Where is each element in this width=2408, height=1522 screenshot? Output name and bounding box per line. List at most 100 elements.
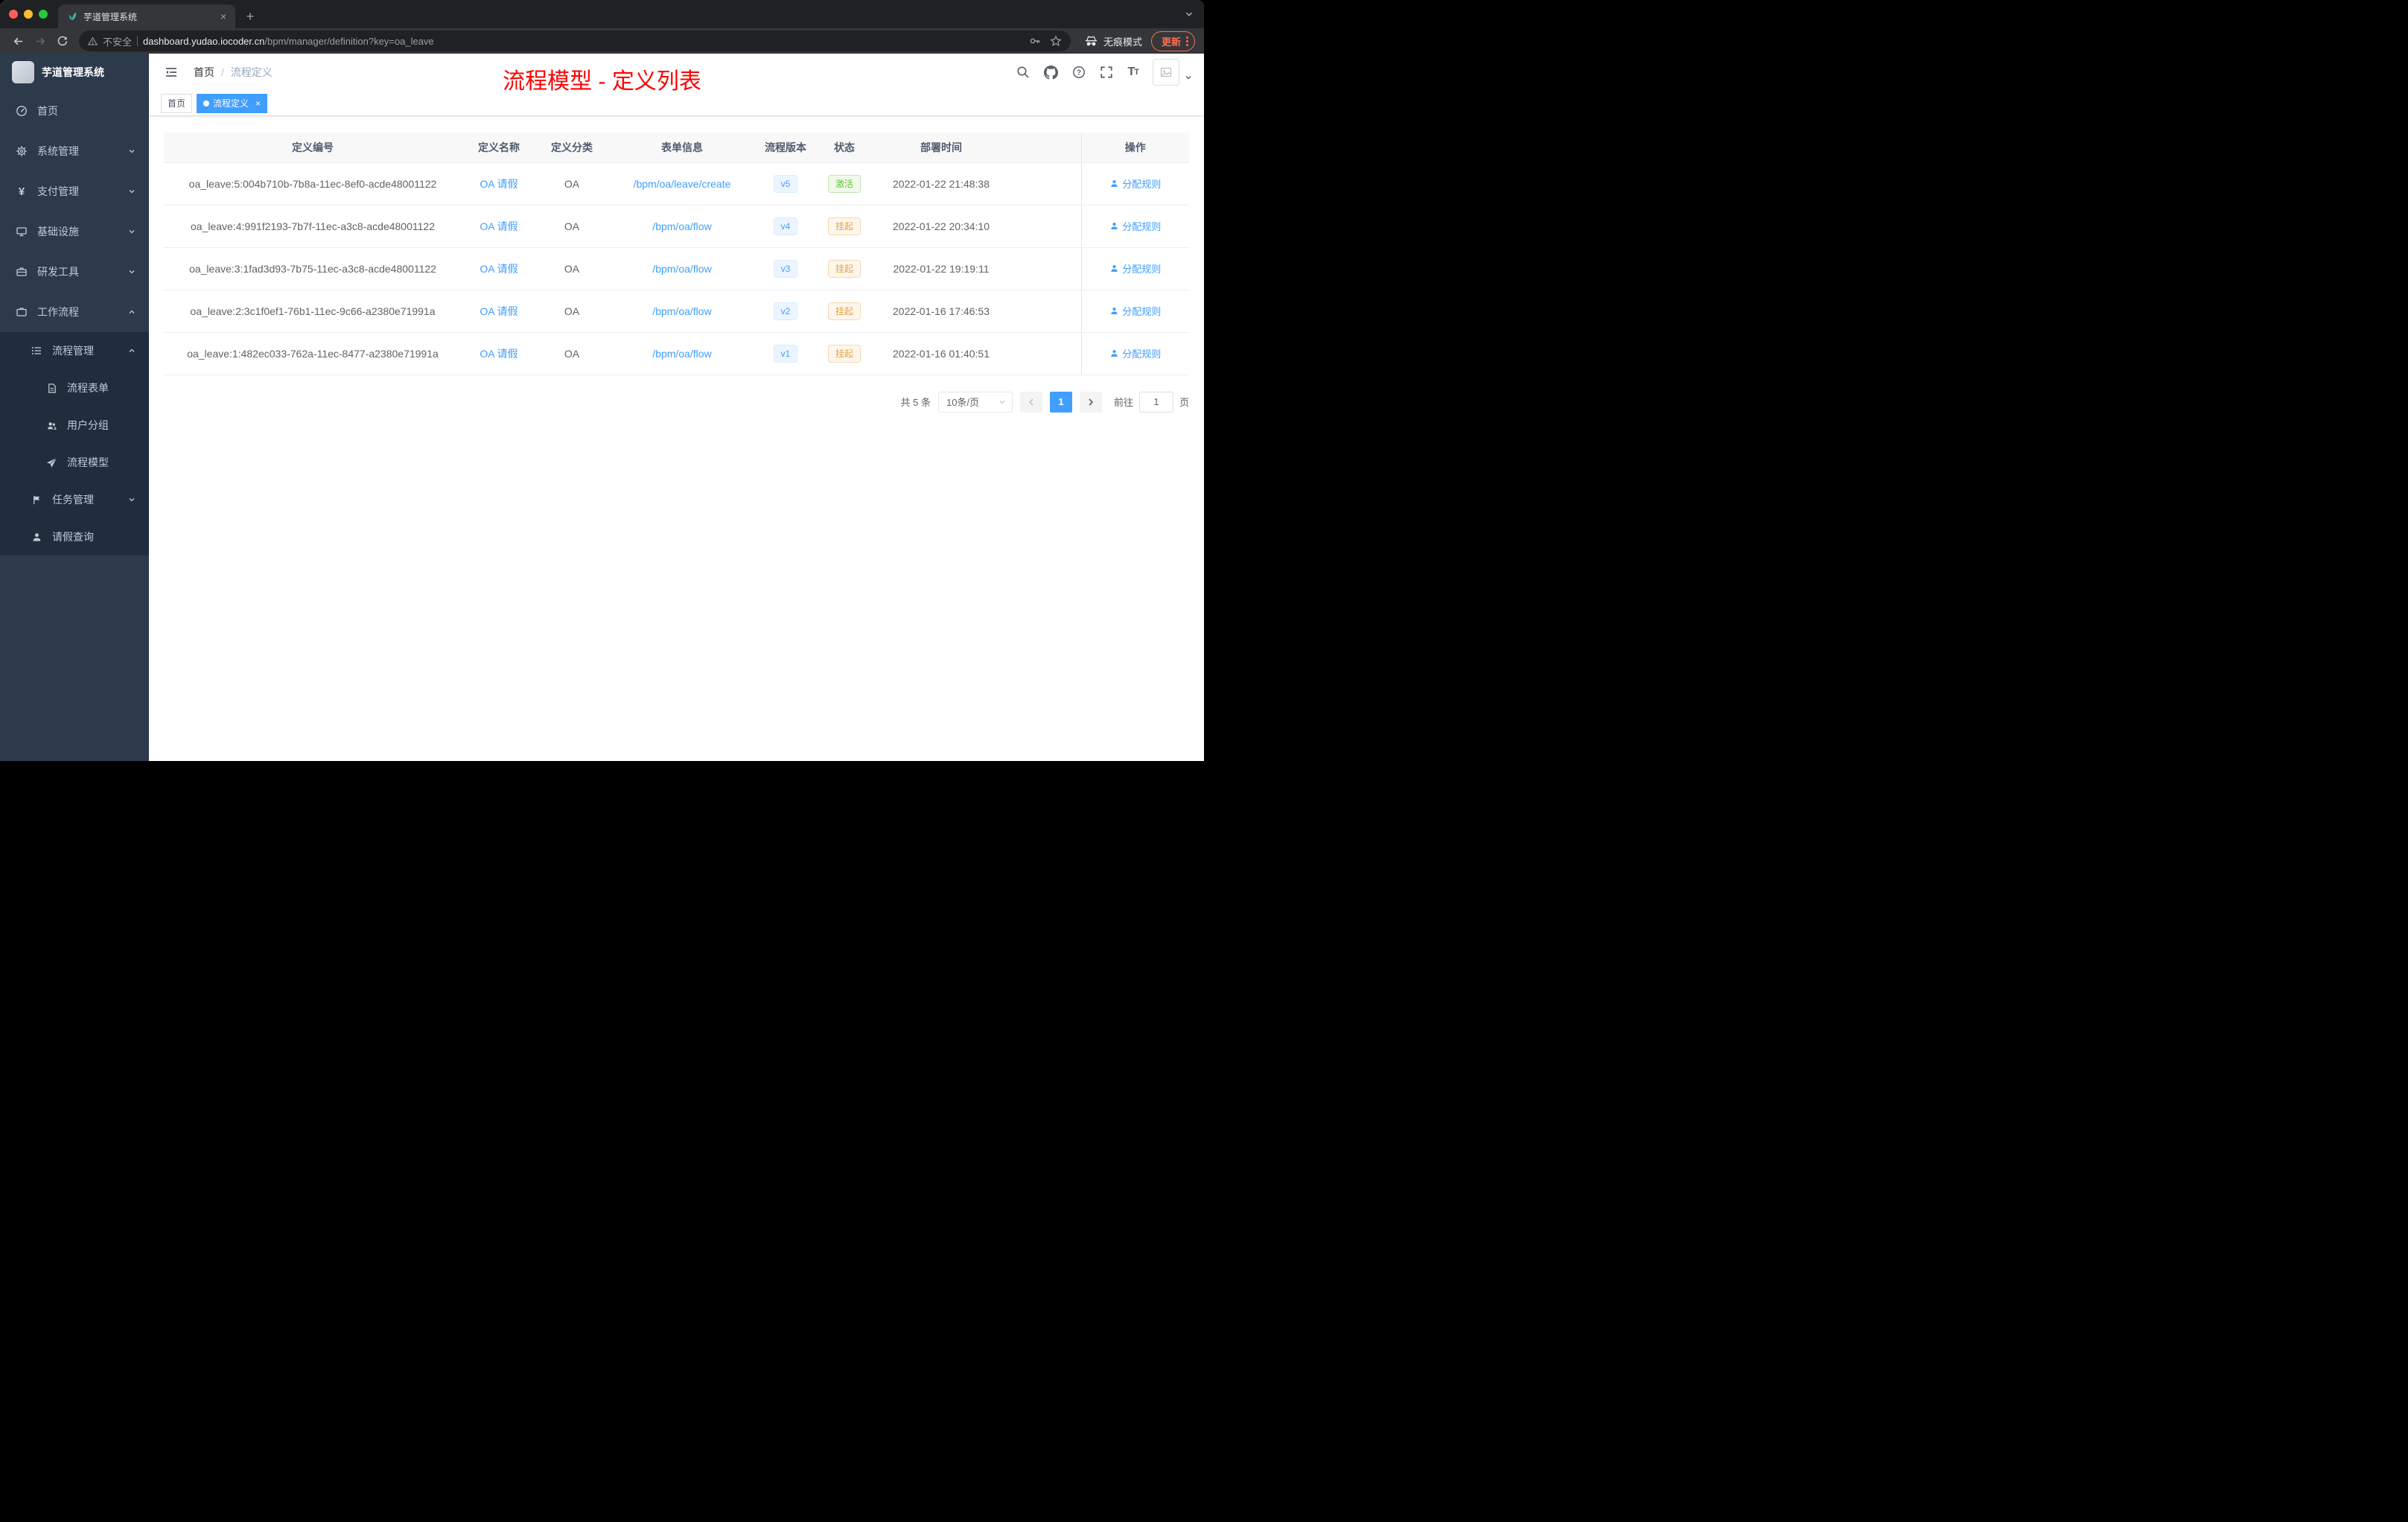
search-icon[interactable] [1016,66,1030,79]
assign-rule-label: 分配规则 [1122,306,1162,317]
font-size-icon[interactable]: TT [1127,66,1138,79]
tab-close-icon[interactable]: × [217,10,229,23]
person-icon [30,532,43,543]
version-tag[interactable]: v2 [773,302,798,320]
jump-suffix: 页 [1179,397,1189,408]
definition-name-link[interactable]: OA 请假 [480,220,517,232]
form-info-link[interactable]: /bpm/oa/flow [652,305,711,317]
cell-deploy-time: 2022-01-22 20:34:10 [874,205,1008,248]
update-label: 更新 [1161,36,1181,48]
cell-category: OA [536,162,608,206]
hamburger-icon[interactable] [161,65,182,80]
version-tag[interactable]: v3 [773,259,798,278]
reload-button[interactable] [52,31,73,51]
form-info-link[interactable]: /bpm/oa/flow [652,220,711,232]
fullscreen-icon[interactable] [1100,66,1113,79]
chevron-up-icon [128,308,136,316]
password-key-icon[interactable] [1029,35,1041,47]
sidebar-item-dev-tools[interactable]: 研发工具 [0,252,149,292]
sidebar-logo[interactable]: 芋道管理系统 [0,54,149,91]
form-info-link[interactable]: /bpm/oa/flow [652,263,711,275]
svg-text:?: ? [1077,69,1081,77]
version-tag[interactable]: v4 [773,217,798,235]
sidebar-item-label: 请假查询 [52,531,94,543]
cell-definition-id: oa_leave:3:1fad3d93-7b75-11ec-a3c8-acde4… [164,247,462,290]
next-page-button[interactable] [1079,391,1102,413]
assign-rule-link[interactable]: 分配规则 [1109,261,1161,276]
assign-rule-label: 分配规则 [1122,221,1162,232]
cell-definition-id: oa_leave:2:3c1f0ef1-76b1-11ec-9c66-a2380… [164,290,462,333]
assign-rule-link[interactable]: 分配规则 [1109,219,1161,233]
assign-rule-link[interactable]: 分配规则 [1109,304,1161,318]
cell-deploy-time: 2022-01-16 17:46:53 [874,290,1008,333]
sidebar-item-process-form[interactable]: 流程表单 [0,369,149,407]
sidebar-item-label: 流程表单 [67,382,109,394]
sidebar-item-leave-query[interactable]: 请假查询 [0,518,149,555]
table-row: oa_leave:3:1fad3d93-7b75-11ec-a3c8-acde4… [164,247,1189,290]
minimize-window-button[interactable] [24,10,33,19]
page-size-select[interactable]: 10条/页 [937,391,1013,413]
forward-button[interactable] [30,31,51,51]
browser-update-button[interactable]: 更新 [1150,31,1195,51]
sidebar-item-infrastructure[interactable]: 基础设施 [0,211,149,252]
sidebar-item-label: 流程模型 [67,456,109,468]
definition-name-link[interactable]: OA 请假 [480,178,517,190]
assign-rule-link[interactable]: 分配规则 [1109,346,1161,360]
avatar-caret-icon[interactable] [1185,74,1192,81]
page-number-button[interactable]: 1 [1049,391,1072,413]
zoom-window-button[interactable] [39,10,48,19]
bookmark-star-icon[interactable] [1050,35,1062,47]
sidebar-item-user-group[interactable]: 用户分组 [0,407,149,444]
address-bar[interactable]: 不安全 dashboard.yudao.iocoder.cn/bpm/manag… [79,31,1071,51]
jump-prefix: 前往 [1113,397,1133,408]
back-button[interactable] [7,31,28,51]
column-header-definition-category: 定义分类 [536,133,608,163]
version-tag[interactable]: v1 [773,344,798,363]
workflow-submenu: 流程管理 流程表单 用户分组 流程模型 任务管理 请假查询 [0,332,149,555]
definition-name-link[interactable]: OA 请假 [480,305,517,317]
prev-page-button[interactable] [1019,391,1042,413]
form-info-link[interactable]: /bpm/oa/leave/create [634,178,731,190]
browser-tab[interactable]: 芋道管理系统 × [58,4,235,28]
definition-name-link[interactable]: OA 请假 [480,348,517,360]
assign-rule-label: 分配规则 [1122,179,1162,190]
briefcase-icon [15,306,28,318]
sidebar-item-process-management[interactable]: 流程管理 [0,332,149,369]
security-label: 不安全 [103,36,133,48]
version-tag[interactable]: v5 [773,174,798,193]
page-jump-input[interactable] [1138,391,1173,413]
table-row: oa_leave:1:482ec033-762a-11ec-8477-a2380… [164,332,1189,375]
tag-label: 流程定义 [213,98,249,109]
favicon-leaf-icon [67,11,77,22]
yen-icon: ¥ [18,185,25,198]
tag-label: 首页 [168,98,186,109]
column-header-process-version: 流程版本 [757,133,815,163]
sidebar-item-system[interactable]: 系统管理 [0,131,149,171]
form-info-link[interactable]: /bpm/oa/flow [652,348,711,360]
new-tab-button[interactable]: + [240,6,261,27]
cell-deploy-time: 2022-01-16 01:40:51 [874,332,1008,375]
tab-search-chevron-icon[interactable] [1185,10,1194,19]
sidebar-item-workflow[interactable]: 工作流程 [0,292,149,332]
column-header-filler [1008,133,1081,163]
sidebar-item-task-management[interactable]: 任务管理 [0,481,149,518]
definition-name-link[interactable]: OA 请假 [480,263,517,275]
help-icon[interactable]: ? [1072,66,1086,79]
tag-close-icon[interactable]: × [255,99,261,108]
status-badge: 挂起 [827,217,861,235]
browser-menu-icon[interactable] [1186,36,1188,46]
sidebar-item-home[interactable]: 首页 [0,91,149,131]
list-icon [30,345,43,357]
breadcrumb-home[interactable]: 首页 [194,65,214,80]
assign-rule-link[interactable]: 分配规则 [1109,176,1161,191]
github-icon[interactable] [1044,65,1059,80]
column-header-form-info: 表单信息 [608,133,757,163]
close-window-button[interactable] [9,10,18,19]
tag-process-definition[interactable]: 流程定义 × [197,93,268,113]
avatar[interactable] [1153,59,1179,86]
cell-category: OA [536,332,608,375]
chevron-down-icon [128,496,136,503]
sidebar-item-payment[interactable]: ¥ 支付管理 [0,171,149,211]
sidebar-item-process-model[interactable]: 流程模型 [0,444,149,481]
tag-home[interactable]: 首页 [161,93,193,113]
